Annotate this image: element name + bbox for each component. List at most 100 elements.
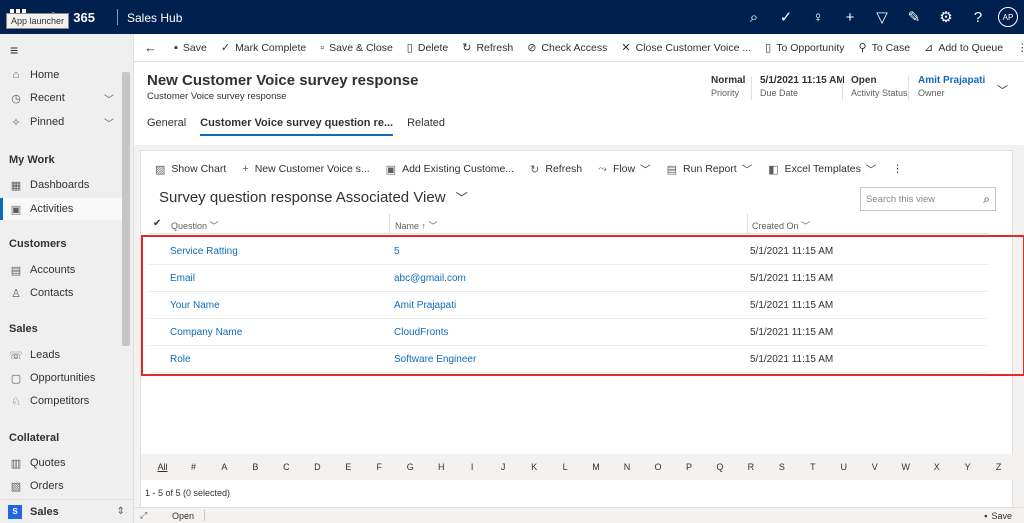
alphabet-filter-w[interactable]: W [890, 462, 921, 472]
add-to-queue-button[interactable]: ⊿ Add to Queue [917, 34, 1010, 62]
tab-survey-question-responses[interactable]: Customer Voice survey question re... [200, 117, 394, 136]
search-icon[interactable]: ⌕ [738, 0, 770, 34]
alphabet-filter-o[interactable]: O [643, 462, 674, 472]
alphabet-filter-h[interactable]: H [426, 462, 457, 472]
app-name[interactable]: Sales Hub [127, 11, 182, 25]
alphabet-filter-q[interactable]: Q [704, 462, 735, 472]
search-icon[interactable]: ⌕ [983, 192, 990, 207]
sidebar-item-home[interactable]: ⌂ Home [0, 64, 122, 86]
header-field-activity-status[interactable]: Open Activity Status [851, 75, 908, 98]
alphabet-filter-b[interactable]: B [240, 462, 271, 472]
lightbulb-icon[interactable]: ♀ [802, 0, 834, 34]
tab-general[interactable]: General [147, 117, 186, 136]
alphabet-filter-hash[interactable]: # [178, 462, 209, 472]
column-header-question[interactable]: Question ﹀ [171, 219, 219, 232]
refresh-button[interactable]: ↻ Refresh [455, 34, 520, 62]
check-access-button[interactable]: ⊘ Check Access [520, 34, 614, 62]
expand-icon[interactable]: ⤢ [140, 510, 147, 521]
alphabet-filter-n[interactable]: N [612, 462, 643, 472]
area-switcher[interactable]: S Sales ⇕ [0, 499, 133, 523]
header-field-owner[interactable]: Amit Prajapati Owner [918, 75, 985, 98]
alphabet-filter-i[interactable]: I [457, 462, 488, 472]
plus-icon[interactable]: + [834, 0, 866, 34]
add-existing-button[interactable]: ▣ Add Existing Custome... [378, 163, 522, 176]
delete-button[interactable]: ▯ Delete [400, 34, 455, 62]
sidebar-item-competitors[interactable]: ♘ Competitors [0, 390, 122, 412]
alphabet-filter-x[interactable]: X [921, 462, 952, 472]
avatar[interactable]: AP [998, 7, 1018, 27]
alphabet-filter-j[interactable]: J [488, 462, 519, 472]
alphabet-filter-t[interactable]: T [797, 462, 828, 472]
nav-group-title: Collateral [9, 432, 60, 444]
alphabet-filter-a[interactable]: A [209, 462, 240, 472]
queue-icon: ⊿ [924, 42, 934, 54]
sidebar-item-pinned[interactable]: ✧ Pinned ﹀ [0, 111, 122, 133]
sidebar-item-accounts[interactable]: ▤ Accounts [0, 259, 122, 281]
column-header-name[interactable]: Name ↑ ﹀ [395, 219, 438, 232]
run-report-button[interactable]: ▤ Run Report ﹀ [659, 162, 761, 177]
sidebar-item-leads[interactable]: ☏ Leads [0, 344, 122, 366]
more-commands-button[interactable]: ⋮ [1010, 34, 1024, 62]
to-case-button[interactable]: ⚲ To Case [852, 34, 918, 62]
more-commands-button[interactable]: ⋮ [884, 163, 911, 175]
to-opportunity-button[interactable]: ▯ To Opportunity [758, 34, 851, 62]
alphabet-filter-u[interactable]: U [828, 462, 859, 472]
alphabet-filter-d[interactable]: D [302, 462, 333, 472]
flow-button[interactable]: ⤳ Flow ﹀ [590, 162, 658, 177]
save-close-button[interactable]: ▫ Save & Close [313, 34, 400, 62]
status-save-button[interactable]: ▪ Save [984, 511, 1016, 521]
help-icon[interactable]: ? [962, 0, 994, 34]
column-divider[interactable] [747, 214, 748, 234]
search-input[interactable]: Search this view ⌕ [860, 187, 996, 211]
sidebar-item-quotes[interactable]: ▥ Quotes [0, 452, 122, 474]
header-field-priority[interactable]: Normal Priority [711, 75, 745, 98]
alphabet-filter-e[interactable]: E [333, 462, 364, 472]
close-voice-button[interactable]: ✕ Close Customer Voice ... [614, 34, 758, 62]
alphabet-filter-all[interactable]: All [147, 462, 178, 472]
alphabet-filter-r[interactable]: R [735, 462, 766, 472]
excel-templates-button[interactable]: ◧ Excel Templates ﹀ [760, 162, 884, 177]
sidebar-item-opportunities[interactable]: ▢ Opportunities [0, 367, 122, 389]
chevron-down-icon[interactable]: ﹀ [104, 115, 114, 130]
tab-related[interactable]: Related [407, 117, 445, 136]
column-header-created-on[interactable]: Created On ﹀ [752, 219, 810, 232]
select-all-checkbox[interactable]: ✔ [153, 218, 161, 229]
alphabet-filter-y[interactable]: Y [952, 462, 983, 472]
refresh-button[interactable]: ↻ Refresh [522, 163, 590, 176]
task-flow-icon[interactable]: ✓ [770, 0, 802, 34]
mark-complete-button[interactable]: ✓ Mark Complete [214, 34, 313, 62]
alphabet-filter-v[interactable]: V [859, 462, 890, 472]
alphabet-filter-f[interactable]: F [364, 462, 395, 472]
alphabet-filter-k[interactable]: K [519, 462, 550, 472]
back-button[interactable]: ← [134, 34, 167, 62]
sidebar-item-contacts[interactable]: ♙ Contacts [0, 282, 122, 304]
sidebar-scrollbar[interactable] [122, 72, 130, 346]
clock-icon: ◷ [11, 92, 21, 105]
sidebar-item-dashboards[interactable]: ▦ Dashboards [0, 174, 122, 196]
sidebar-item-orders[interactable]: ▧ Orders [0, 475, 122, 497]
sidebar-item-recent[interactable]: ◷ Recent ﹀ [0, 87, 122, 109]
alphabet-filter-c[interactable]: C [271, 462, 302, 472]
column-divider[interactable] [389, 214, 390, 234]
alphabet-filter-z[interactable]: Z [983, 462, 1014, 472]
alphabet-filter-p[interactable]: P [673, 462, 704, 472]
alphabet-filter-s[interactable]: S [766, 462, 797, 472]
gear-icon[interactable]: ⚙ [930, 0, 962, 34]
hamburger-icon[interactable]: ≡ [10, 42, 18, 58]
view-selector[interactable]: Survey question response Associated View… [159, 189, 468, 206]
assistant-icon[interactable]: ✎ [898, 0, 930, 34]
new-record-button[interactable]: + New Customer Voice s... [234, 163, 377, 175]
alphabet-filter-g[interactable]: G [395, 462, 426, 472]
record-status: Open [172, 511, 195, 521]
show-chart-button[interactable]: ▨ Show Chart [147, 163, 234, 176]
pin-icon: ✧ [11, 116, 21, 129]
alphabet-filter-m[interactable]: M [581, 462, 612, 472]
save-icon: ▪ [174, 41, 178, 54]
header-field-due-date[interactable]: 5/1/2021 11:15 AM Due Date [760, 75, 845, 98]
chevron-down-icon[interactable]: ﹀ [104, 91, 114, 106]
sidebar-item-activities[interactable]: ▣ Activities [0, 198, 122, 220]
filter-icon[interactable]: ▽ [866, 0, 898, 34]
chevron-down-icon[interactable]: ﹀ [997, 82, 1008, 98]
alphabet-filter-l[interactable]: L [550, 462, 581, 472]
save-button[interactable]: ▪ Save [167, 34, 214, 62]
